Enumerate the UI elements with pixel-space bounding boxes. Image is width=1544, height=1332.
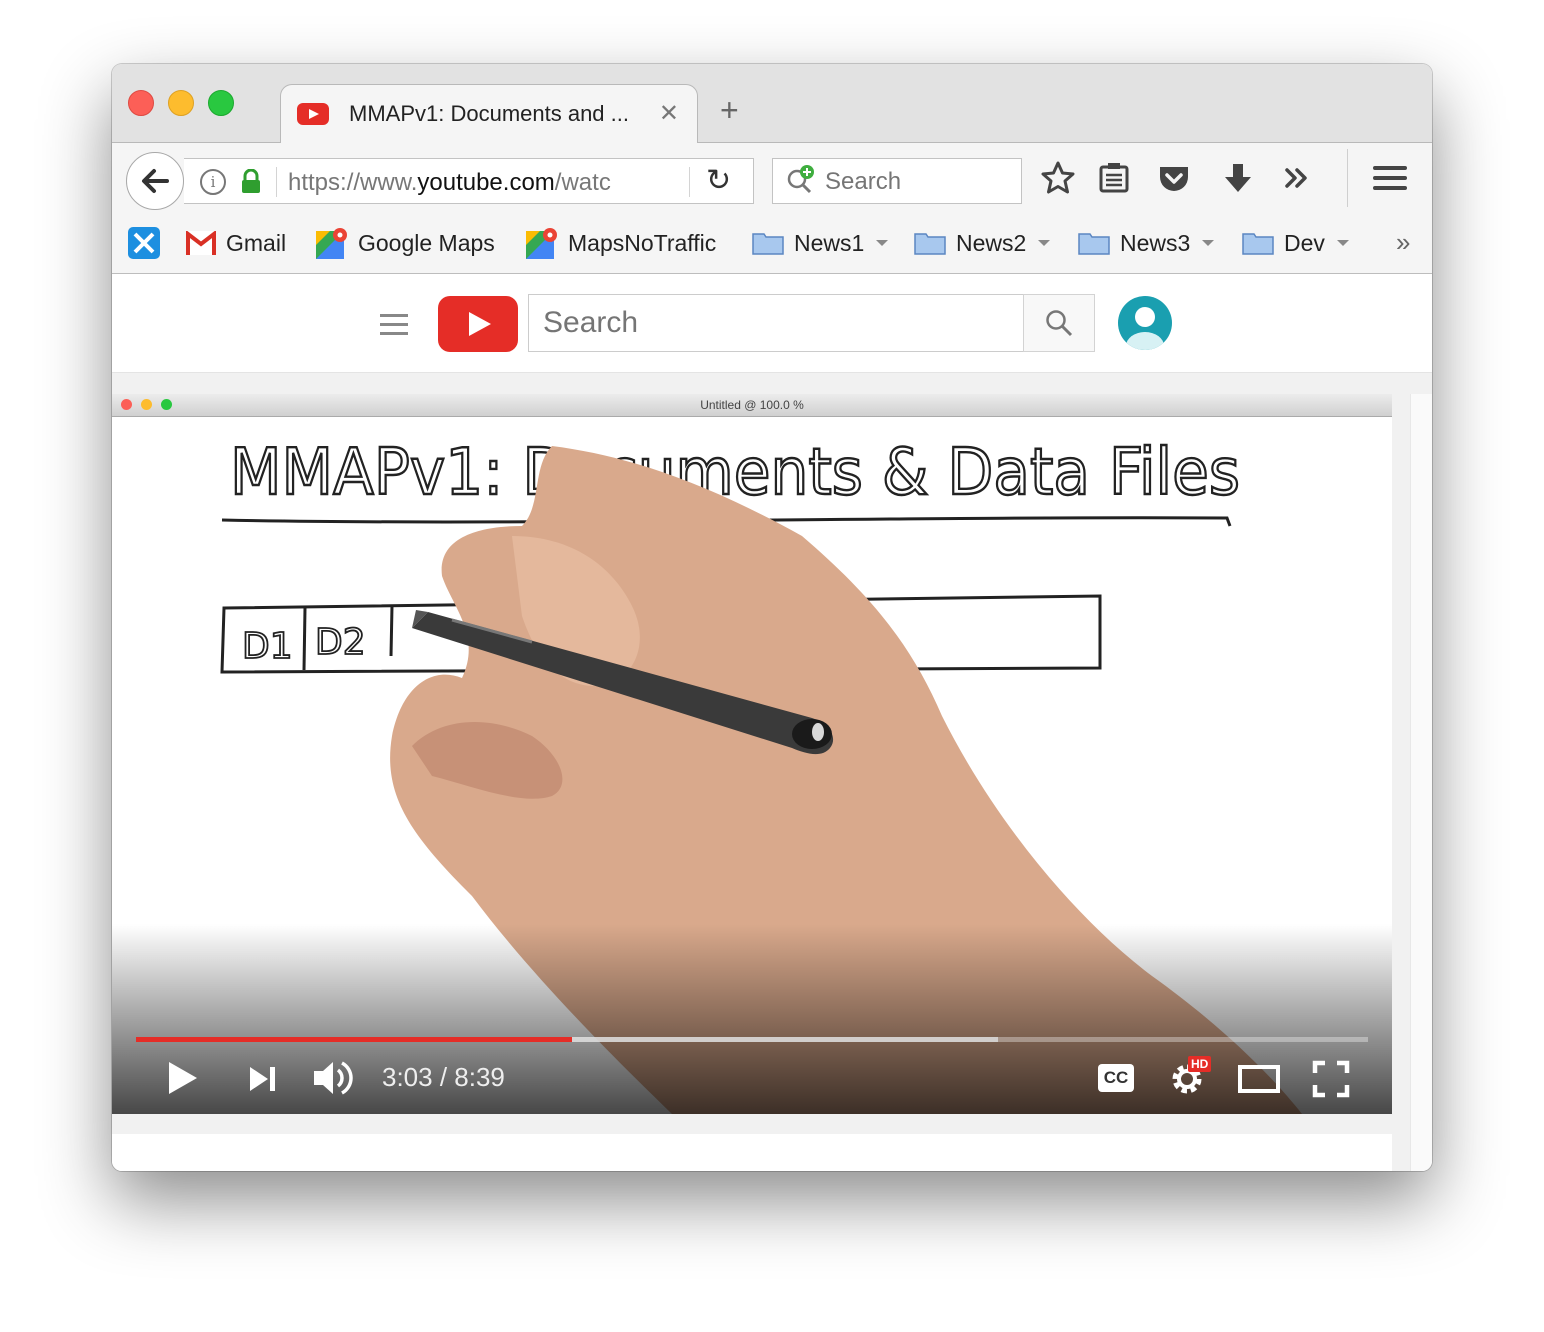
bookmark-app-icon[interactable]: [128, 226, 160, 260]
bookmark-folder-news2[interactable]: News2: [914, 226, 1051, 260]
lock-icon[interactable]: [240, 169, 262, 193]
hamburger-menu-icon[interactable]: [1372, 160, 1408, 196]
search-engine-icon: [787, 165, 814, 194]
browser-window: MMAPv1: Documents and ... ✕ + i https://…: [112, 64, 1432, 1171]
close-window-button[interactable]: [128, 90, 154, 116]
theater-mode-icon[interactable]: [1238, 1064, 1280, 1094]
progress-bar[interactable]: [136, 1037, 1368, 1042]
reader-list-icon[interactable]: [1096, 160, 1132, 196]
bookmark-mapsnotraffic[interactable]: MapsNoTraffic: [526, 226, 716, 260]
avatar[interactable]: [1118, 296, 1172, 350]
bookmark-gmail[interactable]: Gmail: [186, 226, 286, 260]
reload-icon[interactable]: ↻: [706, 163, 731, 198]
folder-icon: [1078, 233, 1110, 255]
gmail-icon: [186, 231, 216, 255]
folder-icon: [914, 233, 946, 255]
progress-played: [136, 1037, 573, 1042]
next-icon[interactable]: [248, 1064, 278, 1094]
tab-strip: MMAPv1: Documents and ... ✕ +: [112, 64, 1432, 144]
tab-active[interactable]: MMAPv1: Documents and ... ✕: [280, 84, 698, 144]
cell-label-d1: D1: [242, 626, 293, 667]
folder-icon: [1242, 233, 1274, 255]
volume-icon[interactable]: [312, 1058, 354, 1098]
time-display: 3:03 / 8:39: [382, 1062, 505, 1092]
captions-button[interactable]: CC: [1098, 1064, 1134, 1092]
tab-title: MMAPv1: Documents and ...: [349, 101, 629, 126]
video-player[interactable]: Untitled @ 100.0 % MMAPv1: Documents & D…: [112, 394, 1392, 1114]
search-icon: [1046, 310, 1073, 337]
video-info-card: [112, 1134, 1392, 1171]
download-icon[interactable]: [1220, 160, 1256, 196]
toolbar-separator: [1347, 149, 1348, 207]
chevron-down-icon: [876, 240, 889, 246]
youtube-header: [112, 274, 1432, 373]
star-icon[interactable]: [1040, 160, 1076, 196]
youtube-search-button[interactable]: [1023, 294, 1095, 352]
page-scroll-edge: [1410, 394, 1432, 1171]
youtube-favicon-icon: [297, 103, 329, 125]
chevron-down-icon: [1202, 240, 1215, 246]
settings-button[interactable]: HD: [1170, 1056, 1212, 1096]
chevron-down-icon: [1336, 240, 1349, 246]
url-text[interactable]: https://www.youtube.com/watc: [288, 169, 640, 197]
user-icon: [1126, 307, 1164, 350]
bookmark-folder-news1[interactable]: News1: [752, 226, 889, 260]
bookmarks-overflow-icon[interactable]: »: [1396, 227, 1410, 258]
youtube-search-box[interactable]: [528, 294, 1024, 352]
bookmarks-bar: Gmail Google Maps MapsNoTraffic News1 Ne…: [112, 213, 1432, 274]
play-icon[interactable]: [166, 1060, 200, 1096]
xcode-app-icon: [128, 227, 160, 259]
youtube-search-input[interactable]: [541, 305, 1005, 341]
url-divider: [689, 167, 690, 197]
bookmark-folder-dev[interactable]: Dev: [1242, 226, 1349, 260]
bookmark-google-maps[interactable]: Google Maps: [316, 226, 495, 260]
back-arrow-icon: [142, 169, 169, 193]
maps-icon: [316, 228, 347, 259]
recorded-window-title: Untitled @ 100.0 %: [700, 398, 804, 412]
chevron-down-icon: [1038, 240, 1051, 246]
site-info-icon[interactable]: i: [200, 169, 226, 195]
pocket-icon[interactable]: [1156, 160, 1192, 196]
maps-icon: [526, 228, 557, 259]
whiteboard-title: MMAPv1: Documents & Data Files: [230, 436, 1240, 510]
recorded-window-titlebar: Untitled @ 100.0 %: [112, 394, 1392, 417]
nav-toolbar: i https://www.youtube.com/watc ↻: [112, 143, 1432, 213]
folder-icon: [752, 233, 784, 255]
browser-search-input[interactable]: [823, 167, 1017, 197]
minimize-window-button[interactable]: [168, 90, 194, 116]
zoom-window-button[interactable]: [208, 90, 234, 116]
hd-badge: HD: [1188, 1056, 1212, 1072]
url-divider: [276, 167, 277, 197]
tab-close-icon[interactable]: ✕: [659, 99, 679, 128]
bookmark-folder-news3[interactable]: News3: [1078, 226, 1215, 260]
youtube-logo[interactable]: [438, 296, 518, 352]
overflow-chevrons-icon[interactable]: [1280, 160, 1316, 196]
cell-label-d2: D2: [315, 622, 366, 663]
new-tab-button[interactable]: +: [720, 94, 739, 126]
url-bar[interactable]: i https://www.youtube.com/watc ↻: [184, 158, 754, 204]
browser-search-box[interactable]: [772, 158, 1022, 204]
fullscreen-icon[interactable]: [1312, 1060, 1350, 1098]
back-button[interactable]: [126, 152, 184, 210]
guide-menu-icon[interactable]: [380, 314, 408, 336]
